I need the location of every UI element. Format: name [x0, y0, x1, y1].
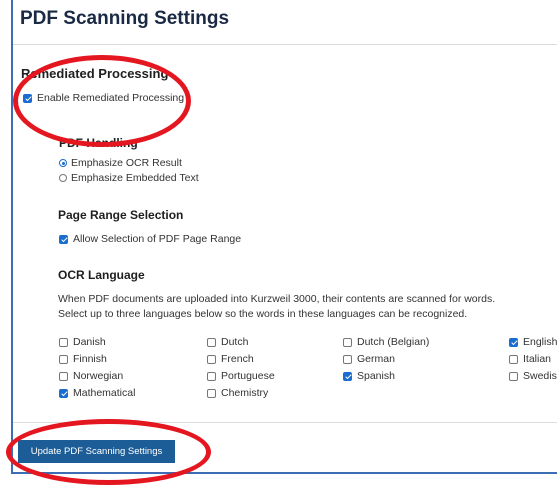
checkbox-checked-icon	[343, 371, 352, 381]
checkbox-unchecked-icon	[509, 371, 518, 381]
divider	[13, 44, 557, 45]
allow-page-range-checkbox[interactable]: Allow Selection of PDF Page Range	[59, 233, 241, 245]
page-title: PDF Scanning Settings	[20, 8, 230, 29]
checkbox-unchecked-icon	[207, 388, 216, 398]
remediated-heading: Remediated Processing	[21, 66, 169, 81]
lang-english[interactable]: English	[509, 336, 557, 348]
lang-danish[interactable]: Danish	[59, 336, 106, 348]
checkbox-unchecked-icon	[59, 354, 68, 364]
ocr-description-line: Select up to three languages below so th…	[58, 308, 468, 320]
checkbox-unchecked-icon	[59, 337, 68, 347]
lang-spanish[interactable]: Spanish	[343, 370, 395, 382]
checkbox-unchecked-icon	[59, 371, 68, 381]
radio-label: Emphasize OCR Result	[71, 157, 182, 169]
lang-chemistry[interactable]: Chemistry	[207, 387, 268, 399]
ocr-description: When PDF documents are uploaded into Kur…	[58, 292, 538, 322]
lang-dutch[interactable]: Dutch	[207, 336, 248, 348]
checkbox-checked-icon	[59, 388, 68, 398]
update-settings-button[interactable]: Update PDF Scanning Settings	[18, 440, 175, 463]
lang-label: Swedish	[523, 370, 557, 382]
ocr-description-line: When PDF documents are uploaded into Kur…	[58, 293, 496, 305]
checkbox-unchecked-icon	[343, 337, 352, 347]
lang-label: Mathematical	[73, 387, 136, 399]
lang-label: French	[221, 353, 254, 365]
checkbox-unchecked-icon	[509, 354, 518, 364]
lang-label: Italian	[523, 353, 552, 365]
lang-finnish[interactable]: Finnish	[59, 353, 107, 365]
lang-label: Dutch	[221, 336, 249, 348]
lang-dutch-belgian[interactable]: Dutch (Belgian)	[343, 336, 429, 348]
radio-selected-icon	[59, 159, 67, 167]
radio-unselected-icon	[59, 174, 67, 182]
lang-german[interactable]: German	[343, 353, 395, 365]
checkbox-unchecked-icon	[343, 354, 352, 364]
lang-french[interactable]: French	[207, 353, 254, 365]
lang-label: English	[523, 336, 557, 348]
checkbox-unchecked-icon	[207, 371, 216, 381]
lang-label: Chemistry	[221, 387, 269, 399]
lang-label: German	[357, 353, 395, 365]
checkbox-unchecked-icon	[207, 354, 216, 364]
checkbox-checked-icon	[23, 93, 32, 103]
checkbox-unchecked-icon	[207, 337, 216, 347]
lang-label: Spanish	[357, 370, 395, 382]
lang-label: Dutch (Belgian)	[357, 336, 430, 348]
pdf-handling-heading: PDF Handling	[59, 136, 138, 150]
lang-italian[interactable]: Italian	[509, 353, 551, 365]
enable-remediated-checkbox[interactable]: Enable Remediated Processing	[23, 92, 184, 104]
checkbox-checked-icon	[59, 234, 68, 244]
checkbox-checked-icon	[509, 337, 518, 347]
lang-label: Norwegian	[73, 370, 124, 382]
enable-remediated-label: Enable Remediated Processing	[37, 92, 185, 104]
page-range-heading: Page Range Selection	[58, 208, 184, 222]
allow-page-range-label: Allow Selection of PDF Page Range	[73, 233, 242, 245]
radio-emphasize-embedded[interactable]: Emphasize Embedded Text	[59, 172, 199, 184]
lang-swedish[interactable]: Swedish	[509, 370, 557, 382]
lang-label: Danish	[73, 336, 106, 348]
lang-norwegian[interactable]: Norwegian	[59, 370, 123, 382]
radio-label: Emphasize Embedded Text	[71, 172, 199, 184]
lang-mathematical[interactable]: Mathematical	[59, 387, 135, 399]
lang-portuguese[interactable]: Portuguese	[207, 370, 275, 382]
lang-label: Finnish	[73, 353, 107, 365]
divider	[13, 422, 557, 423]
ocr-language-heading: OCR Language	[58, 268, 145, 282]
lang-label: Portuguese	[221, 370, 275, 382]
radio-emphasize-ocr[interactable]: Emphasize OCR Result	[59, 157, 182, 169]
